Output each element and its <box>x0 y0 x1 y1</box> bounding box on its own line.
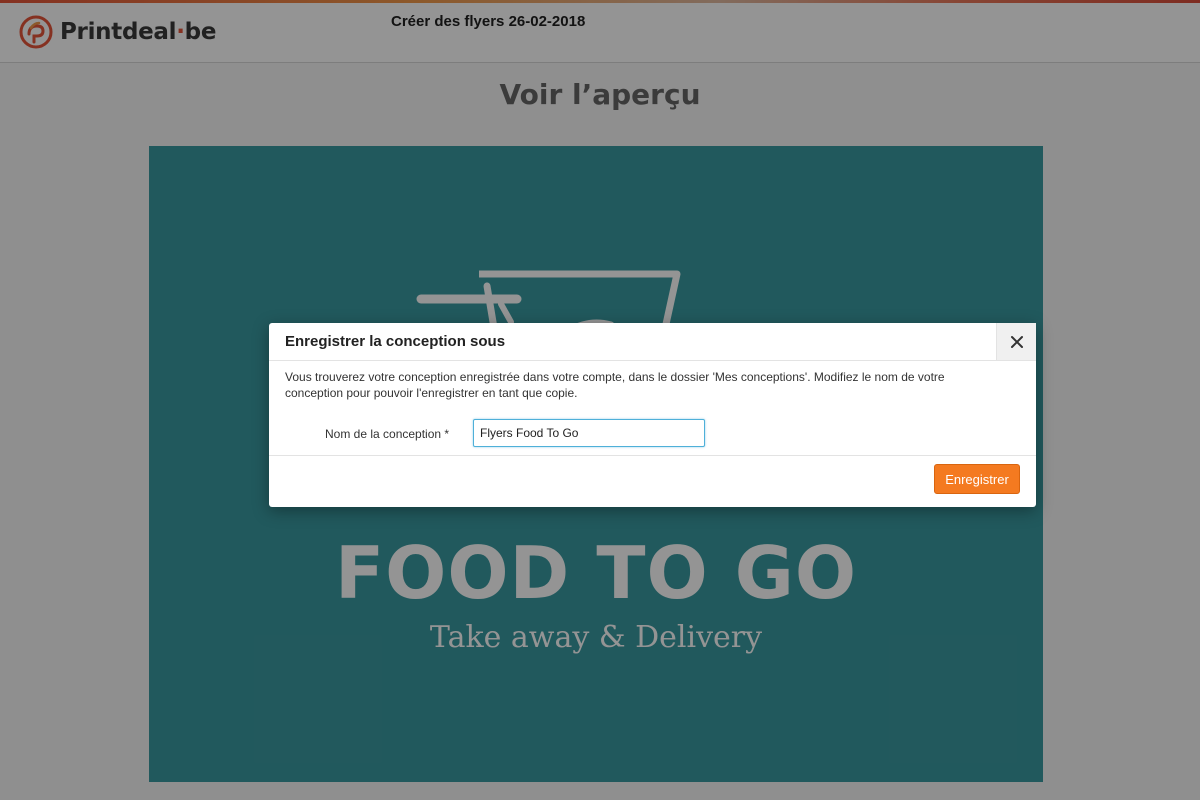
dialog-footer: Enregistrer <box>269 455 1036 508</box>
dialog-title: Enregistrer la conception sous <box>285 333 506 350</box>
close-icon <box>1010 335 1023 348</box>
design-name-label: Nom de la conception * <box>325 427 450 441</box>
save-design-dialog: Enregistrer la conception sous Vous trou… <box>269 323 1036 507</box>
dialog-body: Vous trouverez votre conception enregist… <box>285 369 1005 447</box>
design-name-row: Nom de la conception * <box>285 419 1005 449</box>
dialog-header: Enregistrer la conception sous <box>269 323 1036 361</box>
design-name-input[interactable] <box>473 419 705 447</box>
close-button[interactable] <box>996 323 1036 360</box>
dialog-description: Vous trouverez votre conception enregist… <box>285 370 945 400</box>
save-button[interactable]: Enregistrer <box>934 464 1020 494</box>
